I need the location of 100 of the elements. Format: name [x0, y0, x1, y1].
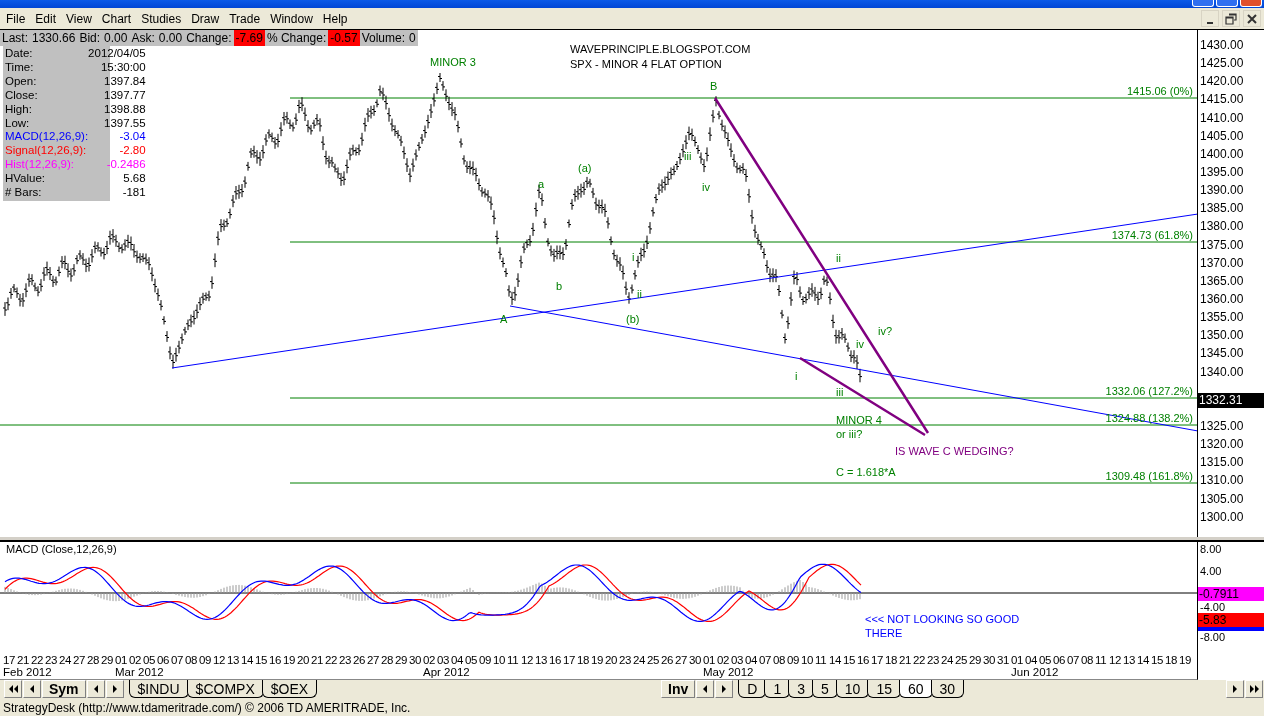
- date-tick-label: 13: [227, 654, 239, 666]
- chart-tab[interactable]: 60: [899, 680, 933, 698]
- menu-item[interactable]: View: [62, 11, 98, 26]
- menu-item[interactable]: Edit: [31, 11, 63, 26]
- previous-button[interactable]: [86, 680, 105, 698]
- wave-label: ii: [637, 288, 642, 300]
- quote-value: 0.00: [103, 30, 129, 46]
- price-tick-label: 1360.00: [1199, 291, 1245, 308]
- menu-item[interactable]: Window: [266, 11, 319, 26]
- chart-tab[interactable]: 30: [930, 680, 965, 698]
- price-tick-label: 1350.00: [1199, 328, 1245, 345]
- restore-button[interactable]: [1222, 10, 1240, 27]
- wave-label: iv: [702, 181, 710, 193]
- menu-item[interactable]: Help: [318, 11, 354, 26]
- date-tick-label: 30: [409, 654, 421, 666]
- price-tick-label: 1305.00: [1199, 491, 1245, 508]
- chart-tab[interactable]: 5: [812, 680, 838, 698]
- date-tick-label: 23: [45, 654, 57, 666]
- price-tick-label: 1390.00: [1199, 183, 1245, 200]
- date-tick-label: 14: [241, 654, 253, 666]
- maximize-button[interactable]: [1216, 0, 1238, 7]
- chart-tab[interactable]: 15: [867, 680, 901, 698]
- fibonacci-level-label: 1332.06 (127.2%): [1105, 385, 1193, 397]
- price-tick-label: 1340.00: [1199, 364, 1245, 381]
- date-tick-label: 19: [283, 654, 295, 666]
- date-tick-label: 05: [143, 654, 155, 666]
- wave-label: i: [795, 370, 798, 382]
- date-tick-label: 16: [857, 654, 869, 666]
- menu-item[interactable]: Draw: [187, 11, 226, 26]
- month-label: Feb 2012: [3, 666, 52, 678]
- previous-button[interactable]: [23, 680, 41, 698]
- wave-label: B: [710, 80, 718, 92]
- price-tick-label: 1395.00: [1199, 165, 1245, 181]
- quote-label: Ask:: [130, 30, 156, 46]
- next-button[interactable]: [1226, 680, 1244, 698]
- date-tick-label: 16: [269, 654, 281, 666]
- date-tick-label: 09: [479, 654, 491, 666]
- date-tick-label: 11: [1095, 654, 1107, 666]
- chart-heading: WAVEPRINCIPLE.BLOGSPOT.COM: [570, 43, 751, 55]
- interval-button[interactable]: Inv: [661, 680, 696, 698]
- left-arrow-icon: [28, 684, 36, 694]
- date-tick-label: 03: [437, 654, 449, 666]
- date-tick-label: 19: [1179, 654, 1191, 666]
- date-tick-label: 20: [605, 654, 617, 666]
- chart-tab[interactable]: 1: [764, 680, 791, 698]
- chart-tab[interactable]: 10: [835, 680, 870, 698]
- chart-tab[interactable]: $INDU: [128, 680, 189, 698]
- symbol-button[interactable]: Sym: [42, 680, 86, 698]
- date-tick-label: 21: [311, 654, 323, 666]
- price-tick-label: 1320.00: [1199, 437, 1245, 454]
- chart-heading: SPX - MINOR 4 FLAT OPTION: [570, 58, 722, 70]
- date-tick-label: 15: [843, 654, 855, 666]
- chart-note: THERE: [865, 627, 903, 639]
- first-button[interactable]: [4, 680, 22, 698]
- date-tick-label: 07: [171, 654, 183, 666]
- last-button[interactable]: [1245, 680, 1263, 698]
- wave-label: (b): [626, 313, 640, 325]
- menu-item[interactable]: Studies: [137, 11, 188, 26]
- data-value: -181: [121, 186, 147, 200]
- chart-tab[interactable]: 3: [788, 680, 815, 698]
- price-tick-label: 1380.00: [1199, 219, 1245, 236]
- close-button[interactable]: [1243, 10, 1261, 27]
- macd-tick-label: -8.00: [1199, 631, 1227, 643]
- previous-button[interactable]: [696, 680, 715, 698]
- next-button[interactable]: [715, 680, 734, 698]
- date-tick-label: 16: [549, 654, 561, 666]
- data-label: Date:: [4, 47, 34, 61]
- chart-tab[interactable]: $COMPX: [186, 680, 264, 698]
- chart-tab[interactable]: D: [738, 680, 767, 698]
- date-tick-label: 09: [199, 654, 211, 666]
- date-tick-label: 01: [115, 654, 127, 666]
- wave-label: or iii?: [836, 428, 863, 440]
- price-tick-label: 1430.00: [1199, 38, 1245, 54]
- price-tick-label: 1415.00: [1199, 92, 1245, 109]
- menu-item[interactable]: Trade: [225, 11, 267, 26]
- date-tick-label: 21: [17, 654, 29, 666]
- price-tick-label: 1315.00: [1199, 455, 1245, 472]
- price-tick-label: 1420.00: [1199, 74, 1245, 91]
- date-tick-label: 24: [59, 654, 71, 666]
- date-tick-label: 26: [353, 654, 365, 666]
- data-label: # Bars:: [4, 186, 43, 200]
- month-label: May 2012: [703, 666, 754, 678]
- indicator-value-marker: -0.7911: [1198, 587, 1264, 601]
- next-button[interactable]: [105, 680, 124, 698]
- chart-tab[interactable]: $OEX: [261, 680, 318, 698]
- minimize-button[interactable]: [1201, 10, 1219, 27]
- date-tick-label: 11: [507, 654, 519, 666]
- date-tick-label: 24: [633, 654, 645, 666]
- macd-tick-label: 4.00: [1199, 565, 1223, 579]
- date-tick-label: 22: [31, 654, 43, 666]
- date-tick-label: 08: [1081, 654, 1093, 666]
- menu-item[interactable]: File: [2, 11, 32, 26]
- quote-value: -7.69: [233, 30, 265, 46]
- quote-value: 0.00: [157, 30, 184, 46]
- data-value: 5.68: [122, 172, 147, 187]
- price-tick-label: 1385.00: [1199, 201, 1245, 218]
- month-label: Jun 2012: [1011, 666, 1059, 678]
- wave-label: iii: [684, 150, 692, 162]
- menu-item[interactable]: Chart: [97, 11, 138, 26]
- wave-label: iv?: [878, 325, 893, 337]
